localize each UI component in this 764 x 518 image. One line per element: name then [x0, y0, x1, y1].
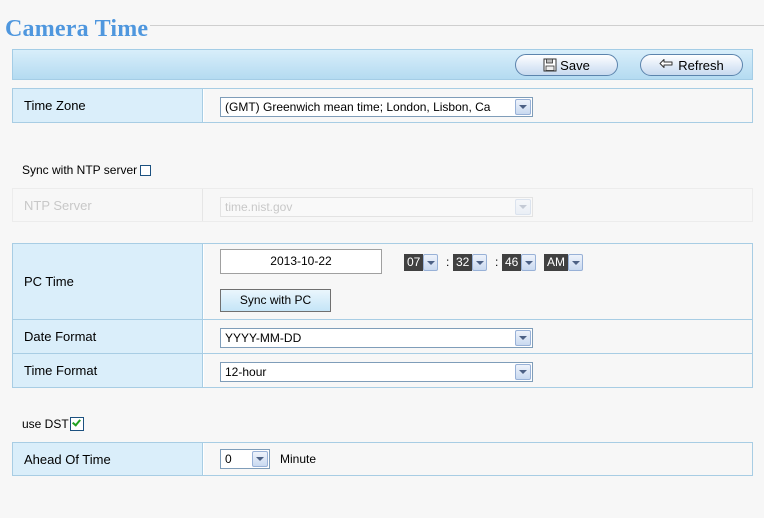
chevron-down-icon: [252, 451, 268, 467]
ntp-server-row: NTP Server time.nist.gov: [13, 189, 752, 221]
date-format-select[interactable]: YYYY-MM-DD: [220, 328, 533, 348]
ahead-of-time-select[interactable]: 0: [220, 449, 270, 469]
time-format-label: Time Format: [13, 354, 203, 387]
ampm-select[interactable]: AM: [544, 254, 583, 271]
floppy-disk-icon: [543, 58, 557, 72]
second-select[interactable]: 46: [502, 254, 537, 271]
ntp-sync-checkbox[interactable]: [140, 164, 152, 176]
time-settings-panel: PC Time 2013-10-22 07 : 32 : 46 AM Sync …: [12, 243, 753, 388]
chevron-down-icon: [515, 330, 531, 346]
time-zone-select[interactable]: (GMT) Greenwich mean time; London, Lisbo…: [220, 97, 533, 117]
dst-label: use DST: [22, 417, 69, 431]
ntp-server-panel: NTP Server time.nist.gov: [12, 188, 753, 222]
hour-select[interactable]: 07: [404, 254, 439, 271]
time-separator: :: [495, 255, 499, 269]
date-format-value-cell: YYYY-MM-DD: [204, 320, 752, 353]
chevron-down-icon: [568, 254, 583, 271]
time-separator: :: [446, 255, 450, 269]
ahead-of-time-value-cell: 0 Minute: [204, 443, 752, 475]
ahead-of-time-label: Ahead Of Time: [13, 443, 203, 475]
ntp-server-selected: time.nist.gov: [225, 200, 293, 214]
sync-with-pc-button[interactable]: Sync with PC: [220, 289, 331, 312]
pc-time-row: PC Time 2013-10-22 07 : 32 : 46 AM Sync …: [13, 244, 752, 319]
date-format-selected: YYYY-MM-DD: [225, 331, 302, 345]
chevron-down-icon: [472, 254, 488, 271]
pc-time-value-cell: 2013-10-22 07 : 32 : 46 AM Sync with PC: [204, 244, 752, 319]
page-title: Camera Time: [5, 16, 149, 42]
save-button[interactable]: Save: [515, 54, 618, 76]
time-format-select[interactable]: 12-hour: [220, 362, 533, 382]
date-format-row: Date Format YYYY-MM-DD: [13, 319, 752, 353]
chevron-down-icon: [515, 199, 531, 215]
pc-time-label: PC Time: [13, 244, 203, 319]
second-value: 46: [502, 254, 522, 271]
ntp-server-label: NTP Server: [13, 189, 203, 221]
chevron-down-icon: [515, 364, 531, 380]
minute-value: 32: [453, 254, 473, 271]
ampm-value: AM: [544, 254, 568, 271]
dst-option: use DST: [22, 417, 84, 431]
dst-panel: Ahead Of Time 0 Minute: [12, 442, 753, 476]
date-format-label: Date Format: [13, 320, 203, 353]
time-format-row: Time Format 12-hour: [13, 353, 752, 387]
refresh-button[interactable]: Refresh: [640, 54, 743, 76]
refresh-button-label: Refresh: [678, 57, 724, 73]
ntp-sync-option: Sync with NTP server: [22, 163, 152, 177]
toolbar: Save Refresh: [12, 49, 753, 80]
ntp-sync-label: Sync with NTP server: [22, 163, 138, 177]
title-divider: [150, 25, 764, 26]
time-zone-label: Time Zone: [13, 89, 203, 122]
ntp-server-select[interactable]: time.nist.gov: [220, 197, 533, 217]
time-zone-row: Time Zone (GMT) Greenwich mean time; Lon…: [13, 89, 752, 122]
save-button-label: Save: [560, 57, 590, 73]
time-format-selected: 12-hour: [225, 365, 267, 379]
chevron-down-icon: [423, 254, 439, 271]
chevron-down-icon: [515, 99, 531, 115]
time-zone-panel: Time Zone (GMT) Greenwich mean time; Lon…: [12, 88, 753, 123]
ntp-server-value-cell: time.nist.gov: [204, 189, 752, 221]
time-zone-value-cell: (GMT) Greenwich mean time; London, Lisbo…: [204, 89, 752, 122]
refresh-arrow-icon: [659, 58, 675, 72]
pc-date-input[interactable]: 2013-10-22: [220, 249, 382, 274]
dst-checkbox[interactable]: [69, 417, 84, 431]
time-zone-selected: (GMT) Greenwich mean time; London, Lisbo…: [225, 100, 491, 114]
chevron-down-icon: [521, 254, 537, 271]
ahead-of-time-unit: Minute: [280, 452, 317, 466]
minute-select[interactable]: 32: [453, 254, 488, 271]
hour-value: 07: [404, 254, 424, 271]
ahead-of-time-row: Ahead Of Time 0 Minute: [13, 443, 752, 475]
time-format-value-cell: 12-hour: [204, 354, 752, 387]
ahead-of-time-selected: 0: [225, 452, 232, 466]
